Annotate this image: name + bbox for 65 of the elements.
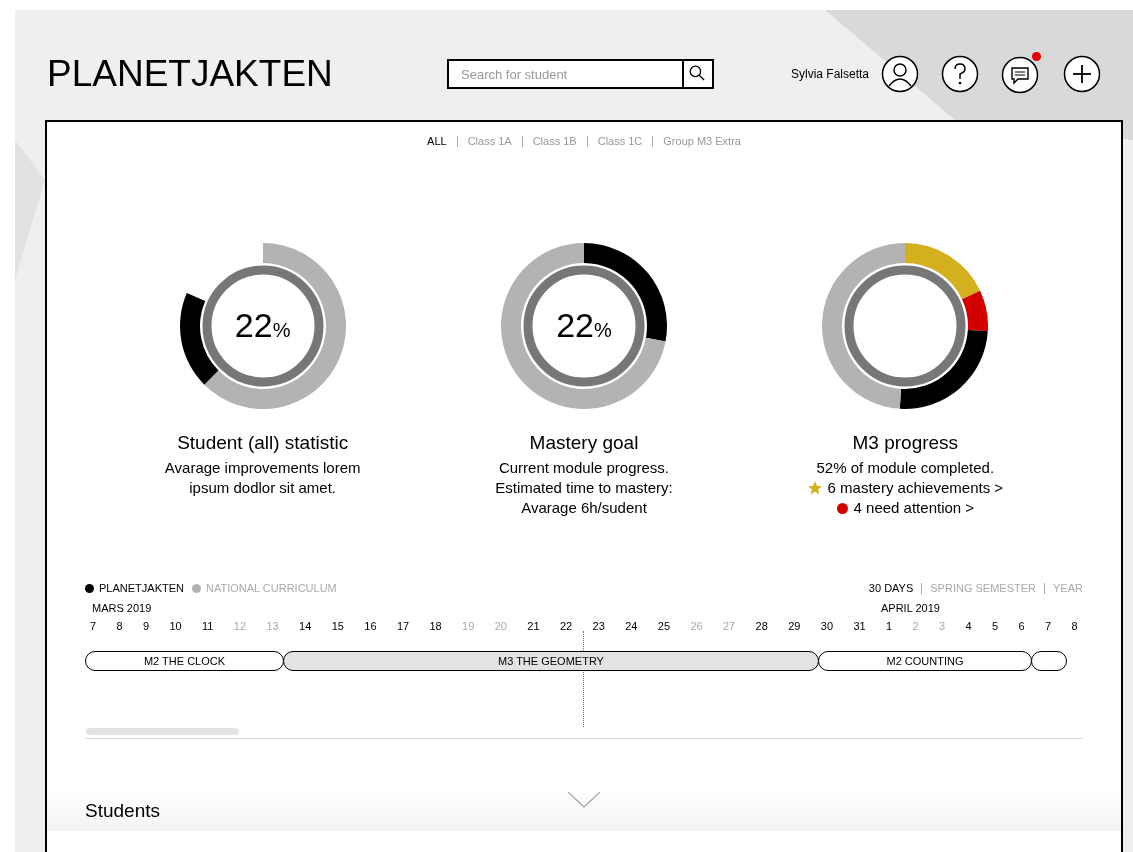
day-number: 6 — [1018, 618, 1025, 634]
day-number: 1 — [886, 618, 893, 634]
day-number: 10 — [169, 618, 182, 634]
day-number: 13 — [266, 618, 279, 634]
scrollbar-thumb[interactable] — [86, 728, 239, 735]
help-icon[interactable] — [941, 55, 979, 93]
class-filter-tab[interactable]: ALL — [427, 133, 447, 150]
day-number: 26 — [690, 618, 703, 634]
module-bar[interactable]: M2 THE CLOCK — [85, 651, 284, 671]
module-bar[interactable]: M3 THE GEOMETRY — [283, 651, 819, 671]
day-number: 2 — [912, 618, 919, 634]
day-number: 4 — [965, 618, 972, 634]
day-number: 17 — [396, 618, 410, 634]
day-number: 8 — [1071, 618, 1078, 634]
day-number: 12 — [233, 618, 247, 634]
star-icon — [807, 481, 822, 495]
stat-description: Current module progress. — [498, 458, 669, 478]
day-number: 8 — [116, 618, 123, 634]
month-label: APRIL 2019 — [881, 600, 940, 616]
day-number: 29 — [788, 618, 801, 634]
stat-description: 52% of module completed. — [816, 458, 995, 478]
stat-description: Avarage improvements lorem ipsum dodlor sit amet. — [163, 458, 362, 498]
day-number: 31 — [853, 618, 866, 634]
stat-title: M3 progress — [852, 430, 959, 455]
day-number: 7 — [90, 618, 97, 634]
user-icon[interactable] — [881, 55, 919, 93]
day-number: 25 — [657, 618, 670, 634]
day-number: 21 — [527, 618, 540, 634]
stat-description: Estimated time to mastery: — [495, 478, 673, 498]
day-number: 23 — [592, 618, 605, 634]
legend-item[interactable]: PLANETJAKTEN — [85, 580, 184, 597]
day-number: 30 — [820, 618, 834, 634]
day-number: 7 — [1044, 618, 1052, 634]
day-number: 5 — [991, 618, 999, 634]
day-number: 28 — [755, 618, 768, 634]
day-number: 14 — [299, 618, 312, 634]
range-tab[interactable]: 30 DAYS — [868, 580, 914, 597]
day-number: 18 — [429, 618, 442, 634]
day-number: 27 — [723, 618, 736, 634]
day-number: 20 — [494, 618, 507, 634]
day-number: 15 — [331, 618, 344, 634]
day-number: 11 — [202, 618, 214, 634]
percent-value: 22% — [556, 305, 612, 346]
user-name: Sylvia Falsetta — [790, 66, 869, 83]
day-number: 24 — [625, 618, 638, 634]
day-number: 3 — [939, 618, 946, 634]
stat-title: Mastery goal — [529, 430, 639, 455]
section-title: Students — [85, 798, 160, 823]
stat-title: Student (all) statistic — [177, 430, 349, 455]
month-label: MARS 2019 — [92, 600, 152, 616]
module-bar[interactable]: M2 COUNTING — [818, 651, 1032, 671]
module-bar[interactable] — [1031, 651, 1067, 671]
percent-value: 22% — [234, 305, 291, 346]
logo: PLANETJAKTEN — [47, 52, 334, 97]
day-number: 16 — [364, 618, 377, 634]
add-icon[interactable] — [1063, 55, 1101, 93]
day-number: 19 — [462, 618, 475, 634]
stat-link[interactable]: 6 mastery achievements > — [827, 478, 1004, 498]
search-field[interactable]: Search for student — [447, 59, 684, 89]
day-number: 9 — [142, 618, 150, 634]
stat-description: Avarage 6h/sudent — [521, 498, 647, 518]
day-number: 22 — [559, 618, 573, 634]
search-icon[interactable] — [684, 59, 714, 89]
message-icon[interactable] — [1001, 56, 1039, 94]
stat-link[interactable]: 4 need attention > — [853, 498, 975, 518]
